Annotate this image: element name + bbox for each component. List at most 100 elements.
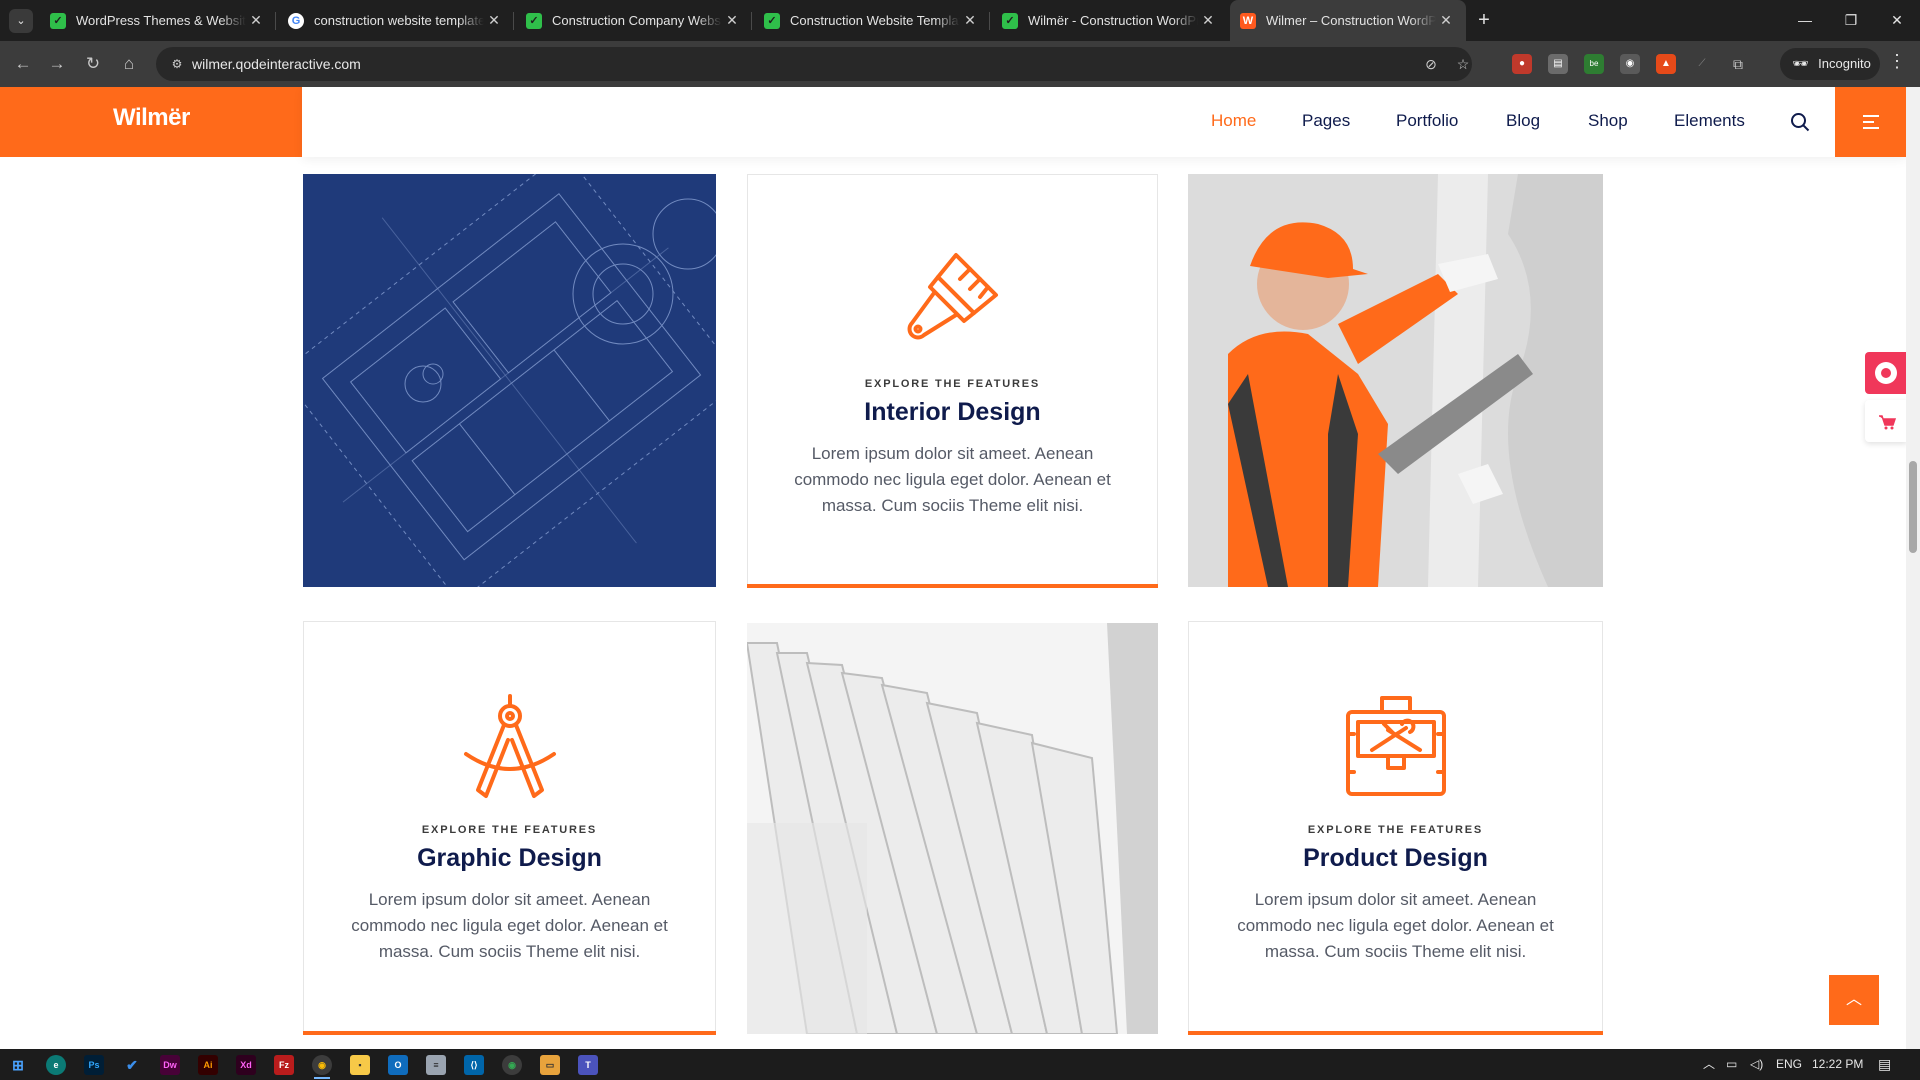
tab-title: WordPress Themes & Website Templates (76, 13, 246, 28)
cart-widget-button[interactable] (1865, 400, 1907, 442)
teams-icon[interactable]: T (578, 1055, 598, 1075)
bookmark-star-icon[interactable]: ☆ (1454, 55, 1472, 73)
filezilla-icon[interactable]: Fz (274, 1055, 294, 1075)
scrollbar-thumb[interactable] (1909, 461, 1917, 553)
chrome-icon[interactable]: ◉ (502, 1055, 522, 1075)
hamburger-line (1863, 121, 1874, 123)
close-icon[interactable]: ✕ (486, 12, 502, 28)
lifebuoy-icon (1875, 362, 1897, 384)
nav-portfolio[interactable]: Portfolio (1396, 111, 1458, 131)
extension-icon[interactable]: ● (1512, 54, 1532, 74)
new-tab-button[interactable]: + (1472, 9, 1496, 33)
extension-icon[interactable]: be (1584, 54, 1604, 74)
card-text: Lorem ipsum dolor sit ameet. Aenean comm… (351, 890, 668, 961)
close-icon[interactable]: ✕ (1438, 12, 1454, 28)
camera-icon[interactable]: ◉ (1620, 54, 1640, 74)
close-icon[interactable]: ✕ (1200, 12, 1216, 28)
side-menu-button[interactable] (1835, 87, 1906, 157)
toolbox-icon (1346, 696, 1446, 796)
tab-title: Construction Company Website Templates (552, 13, 722, 28)
feature-card-interior-design: EXPLORE THE FEATURES Interior Design Lor… (747, 174, 1158, 588)
nav-shop[interactable]: Shop (1588, 111, 1628, 131)
network-icon[interactable]: ▭ (1726, 1049, 1737, 1080)
photoshop-icon[interactable]: Ps (84, 1055, 104, 1075)
todo-icon[interactable]: ✔ (122, 1055, 142, 1075)
xd-icon[interactable]: Xd (236, 1055, 256, 1075)
support-widget-button[interactable] (1865, 352, 1907, 394)
card-accent-bar (1188, 1031, 1603, 1035)
google-icon: G (288, 12, 304, 29)
url-text[interactable]: wilmer.qodeinteractive.com (192, 47, 361, 81)
active-app-indicator (314, 1077, 330, 1079)
home-button[interactable]: ⌂ (116, 51, 142, 77)
card-text: Lorem ipsum dolor sit ameet. Aenean comm… (1237, 890, 1554, 961)
tab-title: Construction Website Templates (790, 13, 960, 28)
tab-separator (513, 12, 514, 30)
search-icon[interactable] (1790, 112, 1810, 132)
extensions-puzzle-icon[interactable]: ⧉ (1728, 54, 1748, 74)
nav-pages[interactable]: Pages (1302, 111, 1350, 131)
site-logo[interactable]: Wilmër (113, 104, 190, 132)
close-window-button[interactable]: ✕ (1874, 0, 1920, 41)
dreamweaver-icon[interactable]: Dw (160, 1055, 180, 1075)
extension-icon[interactable]: ▤ (1548, 54, 1568, 74)
feature-card-graphic-design: EXPLORE THE FEATURES Graphic Design Lore… (303, 621, 716, 1035)
tab-separator (751, 12, 752, 30)
tab-search-button[interactable]: ⌄ (9, 9, 33, 33)
back-button[interactable]: ← (10, 51, 36, 77)
browser-tab[interactable]: ✓ WordPress Themes & Website Templates ✕ (40, 0, 276, 41)
logo-area[interactable]: Wilmër (0, 87, 302, 157)
volume-icon[interactable]: ◁) (1750, 1049, 1763, 1080)
card-title[interactable]: Graphic Design (304, 844, 715, 873)
forward-button[interactable]: → (44, 51, 70, 77)
incognito-indicator[interactable]: 🕶 Incognito (1780, 48, 1880, 80)
envato-icon: ✓ (526, 12, 542, 29)
browser-menu-icon[interactable]: ⋮ (1888, 51, 1906, 72)
nav-home[interactable]: Home (1211, 111, 1256, 131)
close-icon[interactable]: ✕ (248, 12, 264, 28)
clock[interactable]: 12:22 PM (1812, 1049, 1863, 1080)
browser-toolbar: ← → ↻ ⌂ ⚙ wilmer.qodeinteractive.com ⊘ ☆… (0, 41, 1920, 87)
eye-off-icon[interactable]: ⊘ (1422, 55, 1440, 73)
extension-icon[interactable]: ⟋ (1692, 54, 1712, 74)
edge-icon[interactable]: e (46, 1055, 66, 1075)
extension-icon[interactable]: ▲ (1656, 54, 1676, 74)
browser-tab-active[interactable]: W Wilmer – Construction WordPress Theme … (1230, 0, 1466, 41)
file-explorer-icon[interactable]: ▭ (540, 1055, 560, 1075)
close-icon[interactable]: ✕ (724, 12, 740, 28)
incognito-icon: 🕶 (1792, 56, 1809, 71)
minimize-button[interactable]: — (1782, 0, 1828, 41)
language-indicator[interactable]: ENG (1776, 1049, 1802, 1080)
close-icon[interactable]: ✕ (962, 12, 978, 28)
browser-tab[interactable]: ✓ Construction Website Templates ✕ (754, 0, 990, 41)
back-to-top-button[interactable]: ︿ (1829, 975, 1879, 1025)
envato-icon: ✓ (50, 12, 66, 29)
browser-tab[interactable]: ✓ Wilmër - Construction WordPress Theme … (992, 0, 1228, 41)
sticky-notes-icon[interactable]: ▪ (350, 1055, 370, 1075)
reload-button[interactable]: ↻ (80, 51, 106, 77)
browser-tab[interactable]: ✓ Construction Company Website Templates… (516, 0, 752, 41)
worker-plastering-photo (1188, 174, 1603, 587)
page-scrollbar[interactable] (1906, 87, 1920, 1049)
windows-start-icon[interactable]: ⊞ (8, 1055, 28, 1075)
nav-elements[interactable]: Elements (1674, 111, 1745, 131)
nav-blog[interactable]: Blog (1506, 111, 1540, 131)
address-bar[interactable]: ⚙ wilmer.qodeinteractive.com ⊘ ☆ (156, 47, 1472, 81)
notifications-icon[interactable]: ▤ (1878, 1049, 1891, 1080)
chevron-up-icon[interactable]: ︿ (1703, 1049, 1715, 1080)
site-header: Home Pages Portfolio Blog Shop Elements (302, 87, 1906, 157)
card-title[interactable]: Interior Design (748, 398, 1157, 427)
restore-button[interactable]: ❐ (1828, 0, 1874, 41)
outlook-icon[interactable]: O (388, 1055, 408, 1075)
browser-tab-strip: ⌄ ✓ WordPress Themes & Website Templates… (0, 0, 1920, 41)
card-text: Lorem ipsum dolor sit ameet. Aenean comm… (794, 444, 1111, 515)
chevron-up-icon: ︿ (1845, 991, 1862, 1008)
browser-tab[interactable]: G construction website template - Google… (278, 0, 514, 41)
chrome-icon[interactable]: ◉ (312, 1055, 332, 1075)
vscode-icon[interactable]: ⟨⟩ (464, 1055, 484, 1075)
illustrator-icon[interactable]: Ai (198, 1055, 218, 1075)
site-info-icon[interactable]: ⚙ (168, 55, 186, 73)
card-title[interactable]: Product Design (1189, 844, 1602, 873)
tab-title: construction website template - Google S… (314, 13, 484, 28)
notepad-icon[interactable]: ≡ (426, 1055, 446, 1075)
